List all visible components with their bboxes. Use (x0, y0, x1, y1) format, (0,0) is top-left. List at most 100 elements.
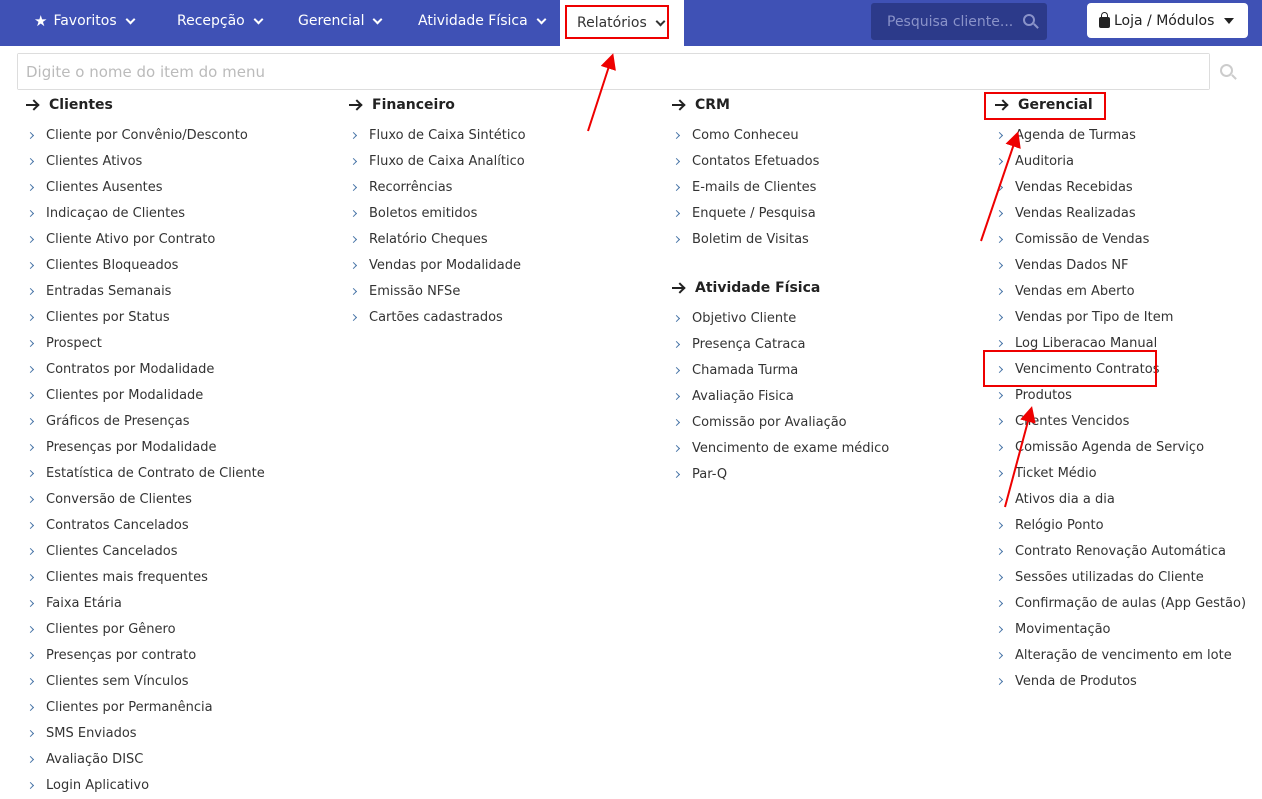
menu-item[interactable]: Emissão NFSe (349, 279, 526, 305)
chevron-right-icon (672, 131, 681, 139)
menu-item[interactable]: Clientes sem Vínculos (26, 669, 265, 695)
menu-item[interactable]: Entradas Semanais (26, 279, 265, 305)
loja-modulos-button[interactable]: Loja / Módulos (1087, 3, 1248, 38)
menu-item-label: E-mails de Clientes (692, 180, 817, 195)
menu-item[interactable]: E-mails de Clientes (672, 175, 819, 201)
menu-item[interactable]: Presenças por Modalidade (26, 435, 265, 461)
menu-item[interactable]: Presença Catraca (672, 332, 889, 358)
menu-item[interactable]: Cliente Ativo por Contrato (26, 227, 265, 253)
menu-item[interactable]: Ticket Médio (995, 461, 1246, 487)
menu-item[interactable]: Indicaçao de Clientes (26, 201, 265, 227)
menu-item[interactable]: Vencimento de exame médico (672, 436, 889, 462)
menu-item[interactable]: Avaliação DISC (26, 747, 265, 773)
menu-item[interactable]: Avaliação Fisica (672, 384, 889, 410)
chevron-right-icon (349, 183, 358, 191)
menu-item[interactable]: Conversão de Clientes (26, 487, 265, 513)
menu-item[interactable]: Como Conheceu (672, 123, 819, 149)
menu-item[interactable]: Gráficos de Presenças (26, 409, 265, 435)
menu-item-label: Clientes por Gênero (46, 622, 176, 637)
menu-item[interactable]: Contrato Renovação Automática (995, 539, 1246, 565)
menu-item[interactable]: Cliente por Convênio/Desconto (26, 123, 265, 149)
chevron-down-icon (536, 14, 547, 24)
menu-item[interactable]: Recorrências (349, 175, 526, 201)
chevron-right-icon (349, 313, 358, 321)
client-search (871, 3, 1047, 40)
menu-item-label: Objetivo Cliente (692, 311, 797, 326)
menu-item[interactable]: Vendas Recebidas (995, 175, 1246, 201)
menu-item-label: Indicaçao de Clientes (46, 206, 186, 221)
menu-item[interactable]: Fluxo de Caixa Sintético (349, 123, 526, 149)
menu-item-label: Contratos por Modalidade (46, 362, 215, 377)
menu-item[interactable]: Venda de Produtos (995, 669, 1246, 695)
client-search-input[interactable] (887, 13, 1017, 30)
menu-list-atividade: Objetivo Cliente Presença Catraca Chamada … (672, 306, 889, 488)
menu-item[interactable]: Agenda de Turmas (995, 123, 1246, 149)
chevron-right-icon (26, 365, 35, 373)
menu-item[interactable]: Clientes por Gênero (26, 617, 265, 643)
menu-item[interactable]: Clientes mais frequentes (26, 565, 265, 591)
menu-item[interactable]: Clientes Ausentes (26, 175, 265, 201)
menu-item-label: Vendas Recebidas (1015, 180, 1133, 195)
menu-item-label: Boletim de Visitas (692, 232, 809, 247)
menu-item[interactable]: Comissão de Vendas (995, 227, 1246, 253)
menu-item[interactable]: Ativos dia a dia (995, 487, 1246, 513)
menu-item[interactable]: Clientes por Status (26, 305, 265, 331)
menu-item-label: Clientes sem Vínculos (46, 674, 189, 689)
menu-item[interactable]: Contratos por Modalidade (26, 357, 265, 383)
menu-item-label: Venda de Produtos (1015, 674, 1137, 689)
menu-item[interactable]: Vendas Realizadas (995, 201, 1246, 227)
chevron-right-icon (995, 131, 1004, 139)
menu-item[interactable]: Par-Q (672, 462, 889, 488)
menu-item[interactable]: Login Aplicativo (26, 773, 265, 799)
menu-item[interactable]: Vendas em Aberto (995, 279, 1246, 305)
menu-item[interactable]: Boletos emitidos (349, 201, 526, 227)
menu-list-clientes: Cliente por Convênio/Desconto Clientes At… (26, 123, 265, 799)
menu-item[interactable]: Prospect (26, 331, 265, 357)
chevron-right-icon (26, 157, 35, 165)
nav-favoritos[interactable]: ★ Favoritos (34, 0, 136, 42)
menu-item[interactable]: Chamada Turma (672, 358, 889, 384)
search-icon[interactable] (1220, 64, 1233, 77)
menu-item[interactable]: Vendas Dados NF (995, 253, 1246, 279)
menu-item[interactable]: Alteração de vencimento em lote (995, 643, 1246, 669)
menu-item[interactable]: Clientes por Permanência (26, 695, 265, 721)
menu-item[interactable]: Clientes Vencidos (995, 409, 1246, 435)
menu-search-input[interactable] (18, 54, 1209, 89)
menu-item[interactable]: Contratos Cancelados (26, 513, 265, 539)
menu-item-label: Faixa Etária (46, 596, 122, 611)
menu-item-label: Boletos emitidos (369, 206, 478, 221)
nav-recepcao[interactable]: Recepção (177, 0, 264, 42)
menu-item[interactable]: Faixa Etária (26, 591, 265, 617)
menu-item[interactable]: Fluxo de Caixa Analítico (349, 149, 526, 175)
menu-item[interactable]: Clientes por Modalidade (26, 383, 265, 409)
menu-item[interactable]: Confirmação de aulas (App Gestão) (995, 591, 1246, 617)
menu-item[interactable]: Cartões cadastrados (349, 305, 526, 331)
menu-item[interactable]: Objetivo Cliente (672, 306, 889, 332)
menu-item[interactable]: Vendas por Tipo de Item (995, 305, 1246, 331)
menu-item[interactable]: Relógio Ponto (995, 513, 1246, 539)
chevron-right-icon (995, 235, 1004, 243)
chevron-right-icon (995, 495, 1004, 503)
menu-item[interactable]: Clientes Cancelados (26, 539, 265, 565)
section-title-label: Financeiro (372, 97, 455, 113)
menu-item-label: Presença Catraca (692, 337, 806, 352)
menu-item[interactable]: Comissão por Avaliação (672, 410, 889, 436)
menu-item[interactable]: Relatório Cheques (349, 227, 526, 253)
menu-item[interactable]: Comissão Agenda de Serviço (995, 435, 1246, 461)
menu-item[interactable]: SMS Enviados (26, 721, 265, 747)
menu-item[interactable]: Sessões utilizadas do Cliente (995, 565, 1246, 591)
search-icon[interactable] (1023, 14, 1035, 26)
nav-atividade-fisica[interactable]: Atividade Física (418, 0, 547, 42)
menu-item[interactable]: Clientes Ativos (26, 149, 265, 175)
menu-item[interactable]: Presenças por contrato (26, 643, 265, 669)
menu-item[interactable]: Enquete / Pesquisa (672, 201, 819, 227)
menu-item[interactable]: Contatos Efetuados (672, 149, 819, 175)
menu-item[interactable]: Movimentação (995, 617, 1246, 643)
menu-item[interactable]: Clientes Bloqueados (26, 253, 265, 279)
menu-item[interactable]: Estatística de Contrato de Cliente (26, 461, 265, 487)
nav-gerencial[interactable]: Gerencial (298, 0, 383, 42)
menu-item[interactable]: Vendas por Modalidade (349, 253, 526, 279)
menu-item[interactable]: Boletim de Visitas (672, 227, 819, 253)
menu-item-label: Clientes Cancelados (46, 544, 178, 559)
menu-item[interactable]: Auditoria (995, 149, 1246, 175)
